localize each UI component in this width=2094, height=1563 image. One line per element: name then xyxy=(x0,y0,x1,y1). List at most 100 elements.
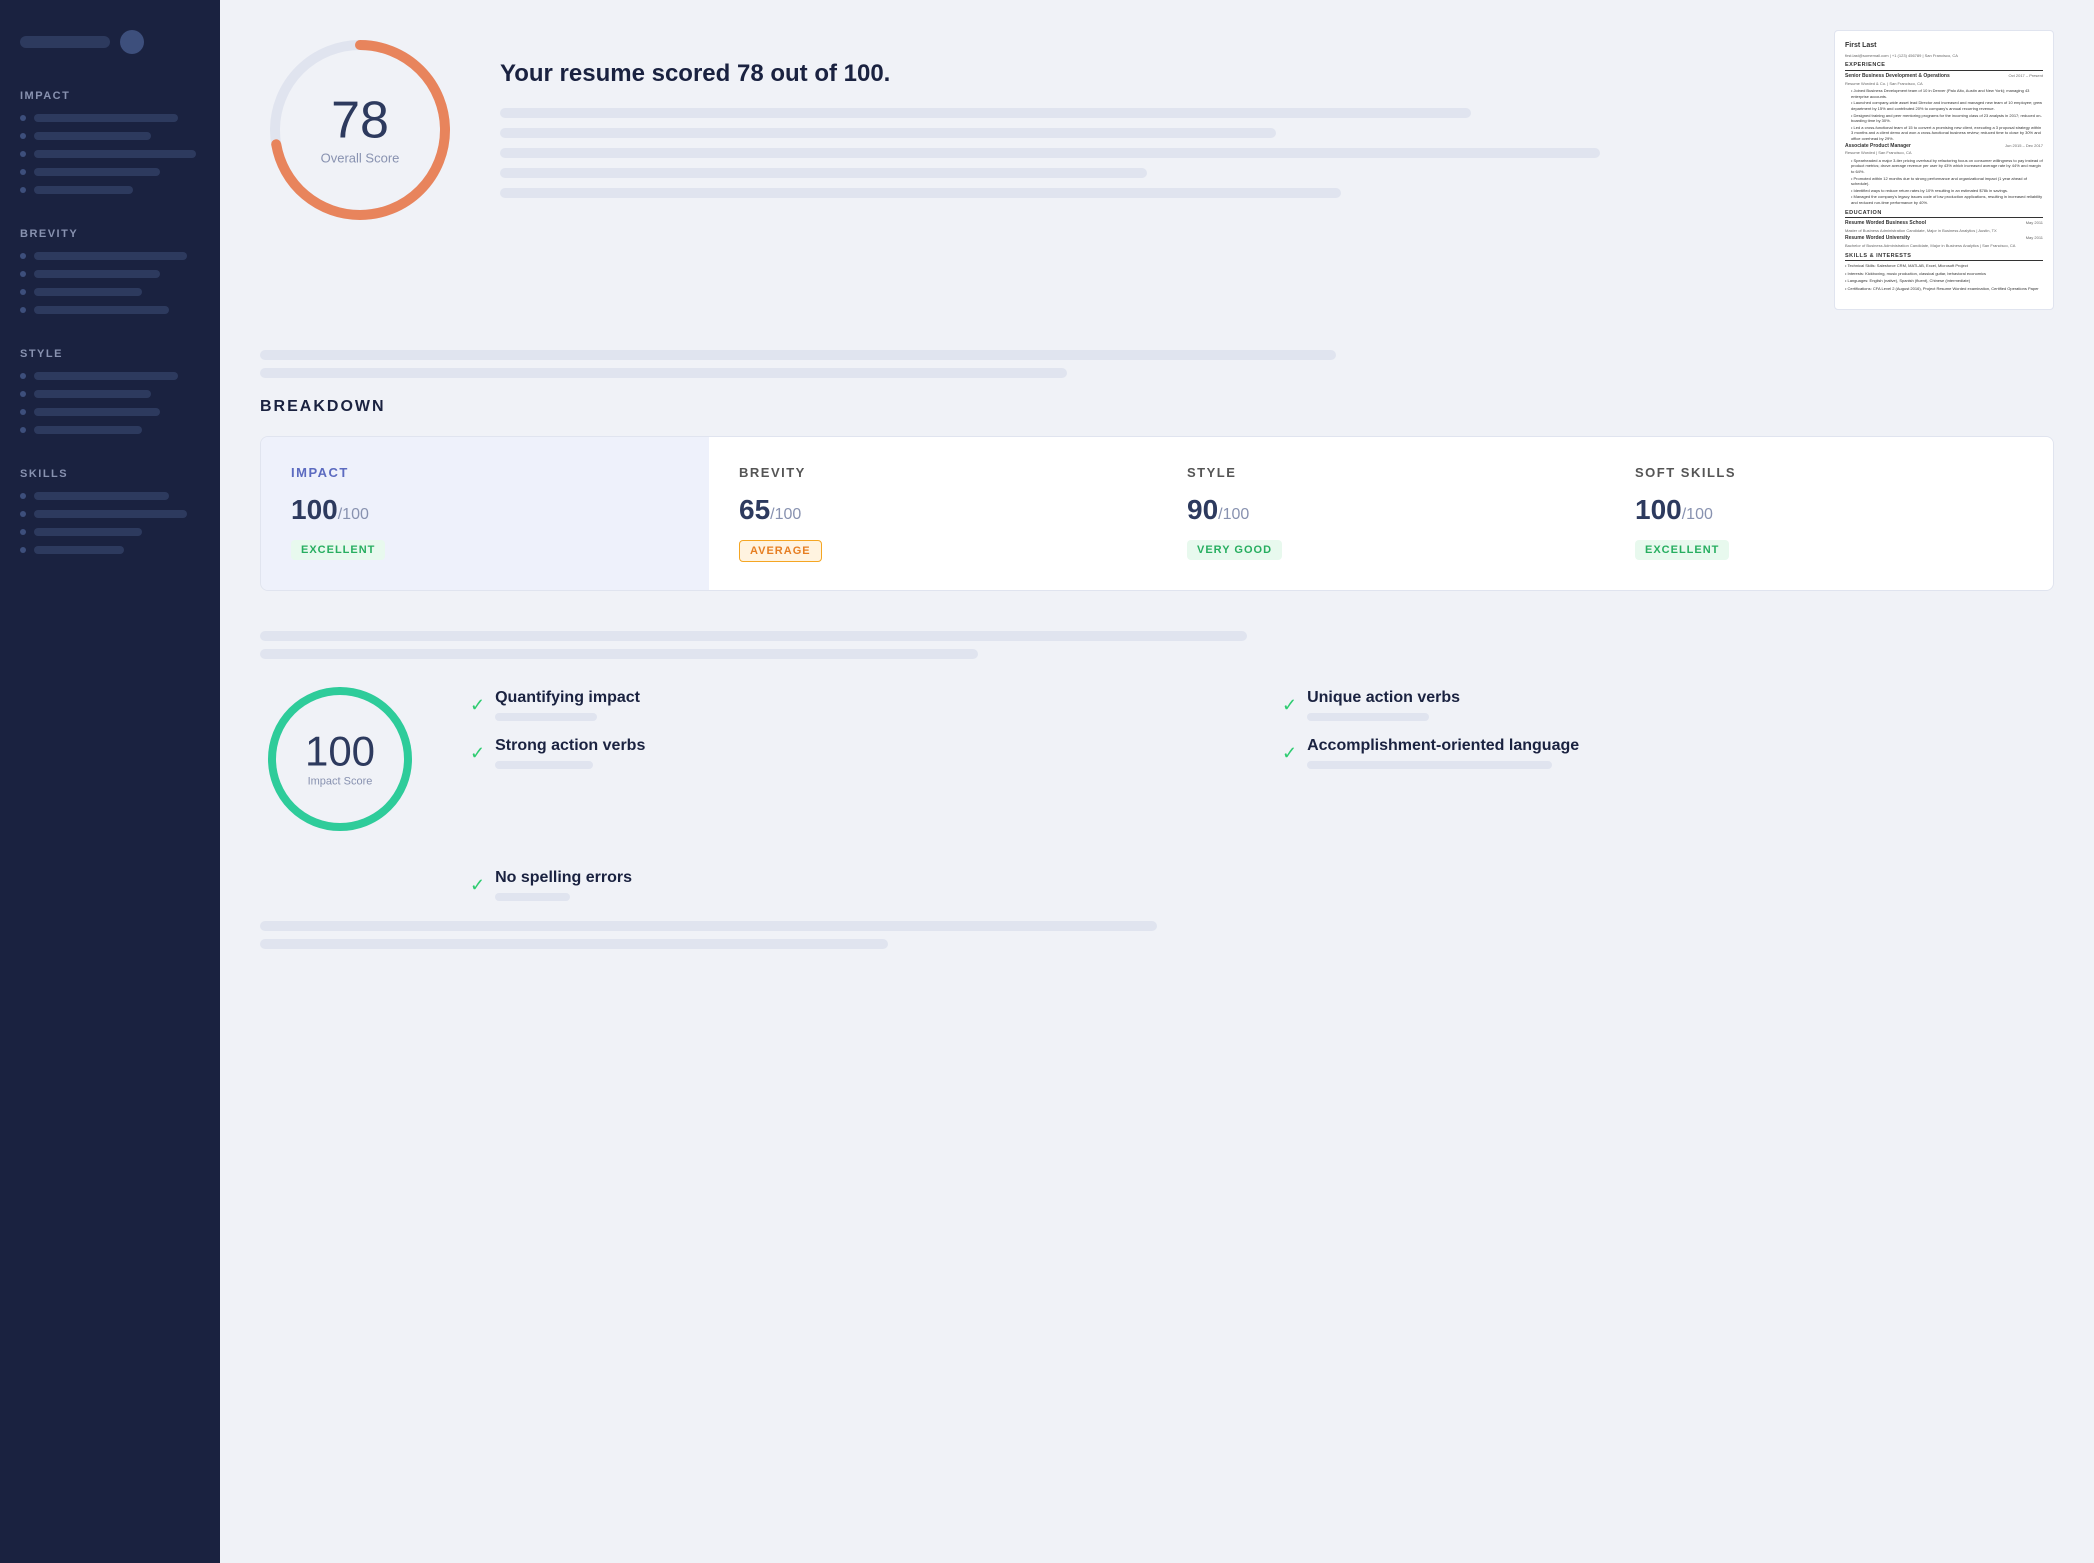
sidebar-item-dot xyxy=(20,289,26,295)
section-bar xyxy=(260,921,1157,931)
sidebar-item[interactable] xyxy=(20,186,200,194)
sidebar-item-bar xyxy=(34,114,178,122)
check-icon: ✓ xyxy=(470,875,485,896)
sidebar-item-dot xyxy=(20,511,26,517)
sidebar-item-dot xyxy=(20,409,26,415)
score-bar xyxy=(500,148,1600,158)
section-bar xyxy=(260,350,1336,360)
sidebar-item-dot xyxy=(20,427,26,433)
sidebar-item[interactable] xyxy=(20,150,200,158)
sidebar-item-dot xyxy=(20,307,26,313)
sidebar-item[interactable] xyxy=(20,114,200,122)
sidebar-item-bar xyxy=(34,306,169,314)
section-bar xyxy=(260,939,888,949)
sidebar-item[interactable] xyxy=(20,408,200,416)
breakdown-badge: EXCELLENT xyxy=(291,540,385,560)
check-item: ✓ Unique action verbs xyxy=(1282,689,2054,721)
section-bar xyxy=(260,368,1067,378)
sidebar-item-bar xyxy=(34,168,160,176)
section-bar xyxy=(260,649,978,659)
sidebar-item[interactable] xyxy=(20,252,200,260)
score-bar xyxy=(500,168,1147,178)
section-bar xyxy=(260,631,1247,641)
score-bar xyxy=(500,108,1471,118)
sidebar-item[interactable] xyxy=(20,372,200,380)
sidebar-section-style: STYLE xyxy=(0,332,220,452)
score-circle: 78 Overall Score xyxy=(260,30,460,230)
sidebar-item-bar xyxy=(34,288,142,296)
check-icon: ✓ xyxy=(470,743,485,764)
sidebar-section-title: BREVITY xyxy=(20,228,200,240)
sidebar-item-dot xyxy=(20,253,26,259)
score-info: Your resume scored 78 out of 100. xyxy=(500,30,1794,198)
check-text: Strong action verbs xyxy=(495,737,645,755)
check-subbar xyxy=(495,761,593,769)
sidebar-item[interactable] xyxy=(20,492,200,500)
sidebar-item-dot xyxy=(20,169,26,175)
sidebar-item-bar xyxy=(34,528,142,536)
sidebar-item[interactable] xyxy=(20,546,200,554)
section-bars-bottom xyxy=(260,921,2054,949)
sidebar-item-dot xyxy=(20,391,26,397)
section-bars-mid xyxy=(260,631,2054,659)
check-subbar xyxy=(1307,761,1552,769)
breakdown-col-style: STYLE 90/100 VERY GOOD xyxy=(1157,437,1605,590)
sidebar-item[interactable] xyxy=(20,288,200,296)
sidebar-logo xyxy=(20,36,110,48)
resume-preview[interactable]: First Last first.last@somemail.com | +1 … xyxy=(1834,30,2054,310)
check-text: Unique action verbs xyxy=(1307,689,1460,707)
impact-value: 100 xyxy=(305,731,375,773)
sidebar-item[interactable] xyxy=(20,132,200,140)
check-icon: ✓ xyxy=(1282,743,1297,764)
sidebar-item[interactable] xyxy=(20,510,200,518)
sidebar-item-dot xyxy=(20,547,26,553)
check-subbar xyxy=(495,893,570,901)
sidebar-section-skills: SKILLS xyxy=(0,452,220,572)
sidebar-avatar[interactable] xyxy=(120,30,144,54)
sidebar-item-dot xyxy=(20,529,26,535)
impact-label: Impact Score xyxy=(305,776,375,788)
sidebar-item-dot xyxy=(20,373,26,379)
sidebar-item-bar xyxy=(34,132,151,140)
score-section: 78 Overall Score Your resume scored 78 o… xyxy=(260,30,2054,310)
sidebar-item[interactable] xyxy=(20,528,200,536)
impact-detail: 100 Impact Score ✓ Quantifying impact ✓ … xyxy=(260,679,2054,839)
section-bars-top xyxy=(260,350,2054,378)
sidebar-item-dot xyxy=(20,133,26,139)
breakdown-col-impact: IMPACT 100/100 EXCELLENT xyxy=(261,437,709,590)
sidebar-item-bar xyxy=(34,426,142,434)
breakdown-score: 65/100 xyxy=(739,494,1127,526)
sidebar-section-impact: IMPACT xyxy=(0,74,220,212)
check-text: Quantifying impact xyxy=(495,689,640,707)
breakdown-col-soft-skills: SOFT SKILLS 100/100 EXCELLENT xyxy=(1605,437,2053,590)
sidebar-header xyxy=(0,20,220,74)
check-icon: ✓ xyxy=(470,695,485,716)
sidebar-item[interactable] xyxy=(20,270,200,278)
sidebar-section-title: STYLE xyxy=(20,348,200,360)
sidebar-item-bar xyxy=(34,390,151,398)
breakdown-col-brevity: BREVITY 65/100 AVERAGE xyxy=(709,437,1157,590)
impact-checks: ✓ Quantifying impact ✓ Unique action ver… xyxy=(470,679,2054,769)
breakdown-score: 100/100 xyxy=(1635,494,2023,526)
sidebar-item-bar xyxy=(34,150,196,158)
score-bars xyxy=(500,108,1794,198)
check-item: ✓ Quantifying impact xyxy=(470,689,1242,721)
sidebar-item-dot xyxy=(20,151,26,157)
check-subbar xyxy=(1307,713,1429,721)
sidebar-item-dot xyxy=(20,115,26,121)
sidebar-item-bar xyxy=(34,408,160,416)
sidebar-item[interactable] xyxy=(20,306,200,314)
sidebar-item[interactable] xyxy=(20,168,200,176)
sidebar: IMPACT BREVITY STYLE SKILLS xyxy=(0,0,220,1563)
breakdown-badge: VERY GOOD xyxy=(1187,540,1282,560)
score-bar xyxy=(500,128,1276,138)
sidebar-item[interactable] xyxy=(20,390,200,398)
sidebar-section-title: IMPACT xyxy=(20,90,200,102)
sidebar-item-dot xyxy=(20,187,26,193)
check-item: ✓ No spelling errors xyxy=(470,869,2054,901)
sidebar-item[interactable] xyxy=(20,426,200,434)
sidebar-item-bar xyxy=(34,252,187,260)
breakdown-col-title: IMPACT xyxy=(291,465,679,480)
breakdown-score: 100/100 xyxy=(291,494,679,526)
check-text: Accomplishment-oriented language xyxy=(1307,737,1579,755)
